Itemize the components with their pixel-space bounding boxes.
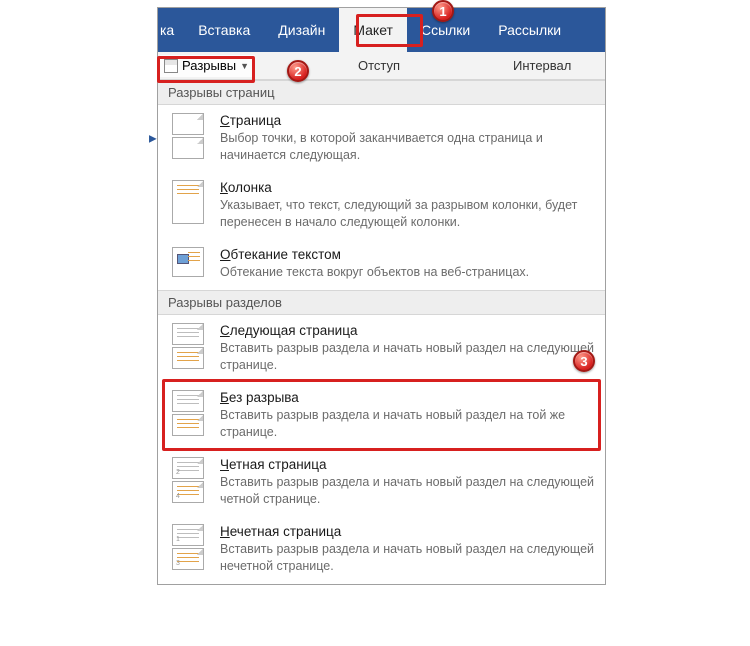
ribbon-tab-insert[interactable]: Вставка: [184, 8, 264, 52]
item-title: Следующая страница: [220, 323, 595, 338]
menu-item-column[interactable]: Колонка Указывает, что текст, следующий …: [158, 174, 605, 241]
menu-item-text-wrapping[interactable]: Обтекание текстом Обтекание текста вокру…: [158, 241, 605, 291]
item-description: Вставить разрыв раздела и начать новый р…: [220, 541, 595, 575]
item-description: Вставить разрыв раздела и начать новый р…: [220, 340, 595, 374]
section-header-page-breaks: Разрывы страниц: [158, 80, 605, 105]
callout-badge-2: 2: [287, 60, 309, 82]
item-title: Нечетная страница: [220, 524, 595, 539]
item-title: Страница: [220, 113, 595, 128]
item-title: Колонка: [220, 180, 595, 195]
callout-badge-3: 3: [573, 350, 595, 372]
item-title: Четная страница: [220, 457, 595, 472]
interval-group-label: Интервал: [513, 58, 571, 73]
menu-item-page[interactable]: ▶ Страница Выбор точки, в которой заканч…: [158, 105, 605, 174]
odd-page-icon: 1 3: [168, 524, 208, 575]
word-layout-breaks-panel: ка Вставка Дизайн Макет Ссылки Рассылки …: [157, 7, 606, 585]
ribbon-tab-mailings[interactable]: Рассылки: [484, 8, 575, 52]
breaks-icon: [164, 59, 178, 73]
chevron-down-icon: ▼: [240, 61, 249, 71]
continuous-icon: [168, 390, 208, 441]
ribbon-subbar: Разрывы ▼ Отступ Интервал: [158, 52, 605, 80]
breaks-label: Разрывы: [182, 58, 236, 73]
menu-item-even-page[interactable]: 2 4 Четная страница Вставить разрыв разд…: [158, 451, 605, 518]
menu-item-next-page[interactable]: Следующая страница Вставить разрыв разде…: [158, 315, 605, 384]
item-description: Вставить разрыв раздела и начать новый р…: [220, 407, 595, 441]
item-description: Выбор точки, в которой заканчивается одн…: [220, 130, 595, 164]
ribbon-tabs: ка Вставка Дизайн Макет Ссылки Рассылки: [158, 8, 605, 52]
column-break-icon: [168, 180, 208, 231]
section-header-section-breaks: Разрывы разделов: [158, 290, 605, 315]
item-title: Без разрыва: [220, 390, 595, 405]
menu-item-continuous[interactable]: Без разрыва Вставить разрыв раздела и на…: [158, 384, 605, 451]
next-page-icon: [168, 323, 208, 374]
item-title: Обтекание текстом: [220, 247, 595, 262]
ribbon-tab-design[interactable]: Дизайн: [264, 8, 339, 52]
callout-badge-1: 1: [432, 0, 454, 22]
item-description: Указывает, что текст, следующий за разры…: [220, 197, 595, 231]
menu-item-odd-page[interactable]: 1 3 Нечетная страница Вставить разрыв ра…: [158, 518, 605, 585]
ribbon-tab-partial[interactable]: ка: [158, 8, 184, 52]
indent-group-label: Отступ: [358, 58, 400, 73]
ribbon-tab-layout[interactable]: Макет: [339, 8, 407, 52]
current-marker-icon: ▶: [149, 134, 157, 145]
page-break-icon: [168, 113, 208, 164]
item-description: Вставить разрыв раздела и начать новый р…: [220, 474, 595, 508]
even-page-icon: 2 4: [168, 457, 208, 508]
breaks-dropdown-button[interactable]: Разрывы ▼: [160, 55, 255, 77]
text-wrapping-icon: [168, 247, 208, 281]
item-description: Обтекание текста вокруг объектов на веб-…: [220, 264, 595, 281]
